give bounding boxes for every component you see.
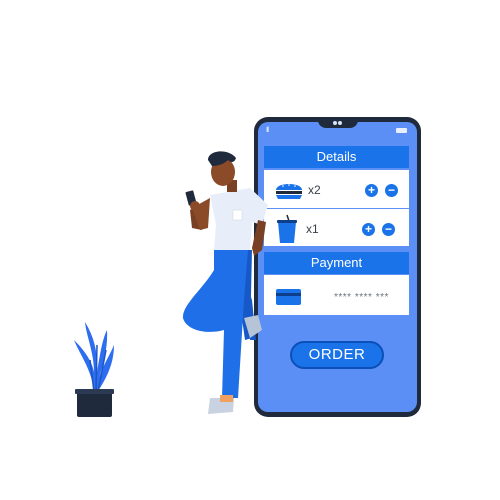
illustration: Ill Details x2 + − x1 + − Payment **** *…	[0, 0, 500, 500]
person-illustration	[182, 151, 268, 414]
